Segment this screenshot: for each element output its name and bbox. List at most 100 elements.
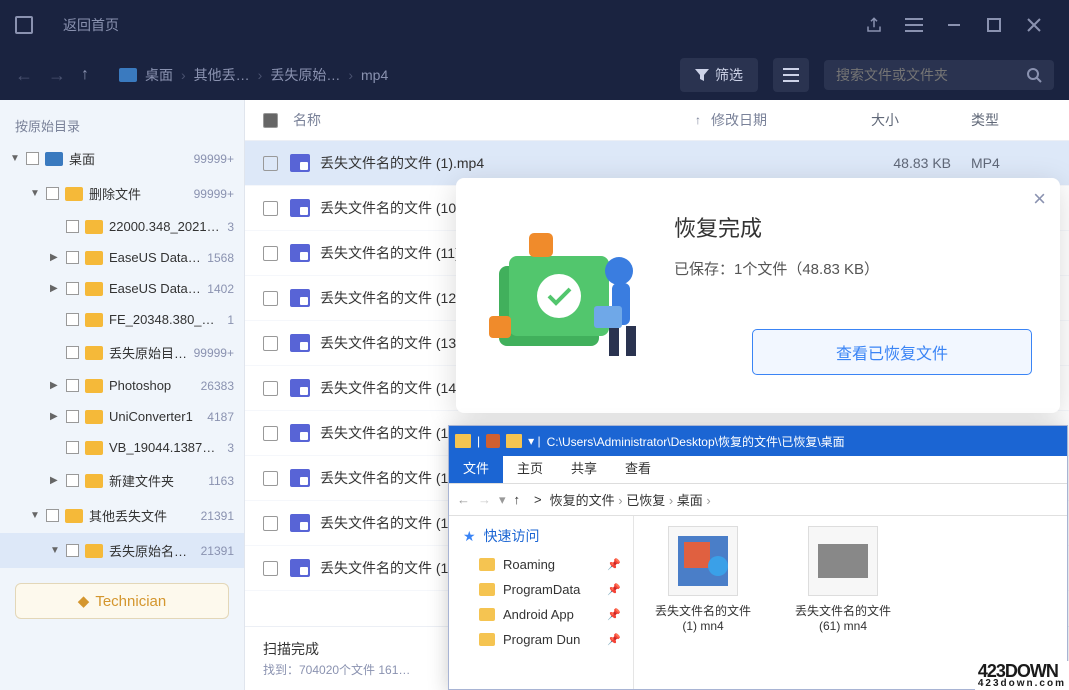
- dialog-title: 恢复完成: [674, 211, 1032, 243]
- folder-icon: [85, 441, 103, 455]
- search-input[interactable]: [836, 67, 1026, 83]
- tree-caret-icon[interactable]: ▶: [50, 475, 60, 486]
- tree-label: 丢失原始目录…: [109, 343, 188, 362]
- tree-caret-icon[interactable]: ▼: [50, 545, 60, 556]
- path-crumb[interactable]: 恢复的文件: [550, 493, 615, 508]
- tree-item[interactable]: VB_19044.1387_20…3: [0, 432, 244, 463]
- tree-caret-icon[interactable]: ▶: [50, 283, 60, 294]
- tree-checkbox[interactable]: [66, 346, 79, 359]
- nav-forward-icon[interactable]: →: [478, 492, 491, 507]
- view-recovered-button[interactable]: 查看已恢复文件: [752, 329, 1032, 375]
- quick-access-item[interactable]: Roaming📌: [449, 552, 633, 577]
- folder-icon: [85, 251, 103, 265]
- tree-checkbox[interactable]: [66, 251, 79, 264]
- tree-item[interactable]: ▶EaseUS Data Re…1402: [0, 273, 244, 304]
- share-icon[interactable]: [854, 5, 894, 45]
- tree-checkbox[interactable]: [66, 410, 79, 423]
- list-view-button[interactable]: [773, 58, 809, 92]
- explorer-file-item[interactable]: 丢失文件名的文件 (1) mn4: [648, 526, 758, 633]
- tree-checkbox[interactable]: [66, 474, 79, 487]
- path-crumb[interactable]: 已恢复: [626, 493, 665, 508]
- breadcrumb-item[interactable]: 丢失原始…: [270, 65, 340, 85]
- breadcrumb[interactable]: 桌面›其他丢…›丢失原始…›mp4: [119, 65, 388, 85]
- tree-item[interactable]: ▶UniConverter14187: [0, 401, 244, 432]
- technician-badge[interactable]: ◆ Technician: [15, 583, 229, 619]
- path-crumb[interactable]: 桌面: [677, 493, 703, 508]
- search-box[interactable]: [824, 60, 1054, 90]
- nav-back-icon[interactable]: ←: [457, 492, 470, 507]
- dialog-close-button[interactable]: ×: [1033, 186, 1046, 212]
- ribbon-tab[interactable]: 共享: [557, 452, 611, 483]
- folder-icon: [85, 544, 103, 558]
- tree-item[interactable]: ▼桌面99999+: [0, 141, 244, 176]
- tree-caret-icon[interactable]: ▶: [50, 380, 60, 391]
- tree-checkbox[interactable]: [66, 379, 79, 392]
- filter-button[interactable]: 筛选: [680, 58, 758, 92]
- nav-forward-icon[interactable]: →: [48, 65, 66, 86]
- nav-back-icon[interactable]: ←: [15, 65, 33, 86]
- close-button[interactable]: [1014, 5, 1054, 45]
- row-checkbox[interactable]: [263, 336, 278, 351]
- tree-checkbox[interactable]: [26, 152, 39, 165]
- tree-caret-icon[interactable]: ▶: [50, 411, 60, 422]
- menu-icon[interactable]: [894, 5, 934, 45]
- diamond-icon: ◆: [78, 592, 90, 610]
- col-date-header[interactable]: 修改日期: [711, 110, 871, 130]
- tree-item[interactable]: ▶EaseUS Data Re…1568: [0, 242, 244, 273]
- quick-access-header[interactable]: ★ 快速访问: [449, 520, 633, 552]
- explorer-address-bar[interactable]: ← → ▾ ↑ > 恢复的文件 › 已恢复 › 桌面 ›: [449, 484, 1067, 516]
- tree-caret-icon[interactable]: ▼: [10, 153, 20, 164]
- explorer-file-item[interactable]: 丢失文件名的文件 (61) mn4: [788, 526, 898, 633]
- home-icon[interactable]: [15, 16, 33, 34]
- tree-item[interactable]: ▶新建文件夹1163: [0, 463, 244, 498]
- breadcrumb-item[interactable]: mp4: [361, 67, 388, 83]
- tree-checkbox[interactable]: [66, 220, 79, 233]
- ribbon-tab[interactable]: 查看: [611, 452, 665, 483]
- row-checkbox[interactable]: [263, 246, 278, 261]
- row-checkbox[interactable]: [263, 291, 278, 306]
- tree-checkbox[interactable]: [66, 441, 79, 454]
- tree-checkbox[interactable]: [66, 282, 79, 295]
- tree-item[interactable]: ▼丢失原始名… ⓘ21391: [0, 533, 244, 568]
- tree-item[interactable]: ▶Photoshop26383: [0, 370, 244, 401]
- file-thumbnail: [808, 526, 878, 596]
- explorer-path: C:\Users\Administrator\Desktop\恢复的文件\已恢复…: [547, 433, 845, 450]
- ribbon-tab[interactable]: 文件: [449, 452, 503, 483]
- breadcrumb-item[interactable]: 桌面: [145, 65, 173, 85]
- row-checkbox[interactable]: [263, 561, 278, 576]
- tree-checkbox[interactable]: [46, 187, 59, 200]
- quick-access-item[interactable]: Program Dun📌: [449, 627, 633, 652]
- row-checkbox[interactable]: [263, 516, 278, 531]
- tree-item[interactable]: ▼其他丢失文件21391: [0, 498, 244, 533]
- nav-up-icon[interactable]: ↑: [514, 492, 521, 507]
- ribbon-tab[interactable]: 主页: [503, 452, 557, 483]
- tree-item[interactable]: FE_20348.380_202…1: [0, 304, 244, 335]
- tree-caret-icon[interactable]: ▼: [30, 510, 40, 521]
- tree-item[interactable]: 22000.348_2021.11…3: [0, 211, 244, 242]
- breadcrumb-item[interactable]: 其他丢…: [194, 65, 250, 85]
- back-home-link[interactable]: 返回首页: [63, 15, 119, 35]
- col-name-header[interactable]: 名称: [293, 110, 321, 130]
- minimize-button[interactable]: [934, 5, 974, 45]
- tree-caret-icon[interactable]: ▼: [30, 188, 40, 199]
- sort-asc-icon[interactable]: ↑: [695, 113, 701, 127]
- tree-checkbox[interactable]: [66, 544, 79, 557]
- tree-caret-icon[interactable]: ▶: [50, 252, 60, 263]
- row-checkbox[interactable]: [263, 426, 278, 441]
- row-checkbox[interactable]: [263, 156, 278, 171]
- col-size-header[interactable]: 大小: [871, 110, 971, 130]
- row-checkbox[interactable]: [263, 201, 278, 216]
- tree-item[interactable]: ▼删除文件99999+: [0, 176, 244, 211]
- row-checkbox[interactable]: [263, 471, 278, 486]
- quick-access-item[interactable]: ProgramData📌: [449, 577, 633, 602]
- row-checkbox[interactable]: [263, 381, 278, 396]
- tree-checkbox[interactable]: [46, 509, 59, 522]
- nav-up-icon[interactable]: ↑: [81, 66, 89, 84]
- quick-access-item[interactable]: Android App📌: [449, 602, 633, 627]
- maximize-button[interactable]: [974, 5, 1014, 45]
- select-all-checkbox[interactable]: [263, 113, 278, 128]
- tree-checkbox[interactable]: [66, 313, 79, 326]
- tree-item[interactable]: 丢失原始目录…99999+: [0, 335, 244, 370]
- col-type-header[interactable]: 类型: [971, 110, 1051, 130]
- file-name: 丢失文件名的文件 (1) mn4: [648, 602, 758, 633]
